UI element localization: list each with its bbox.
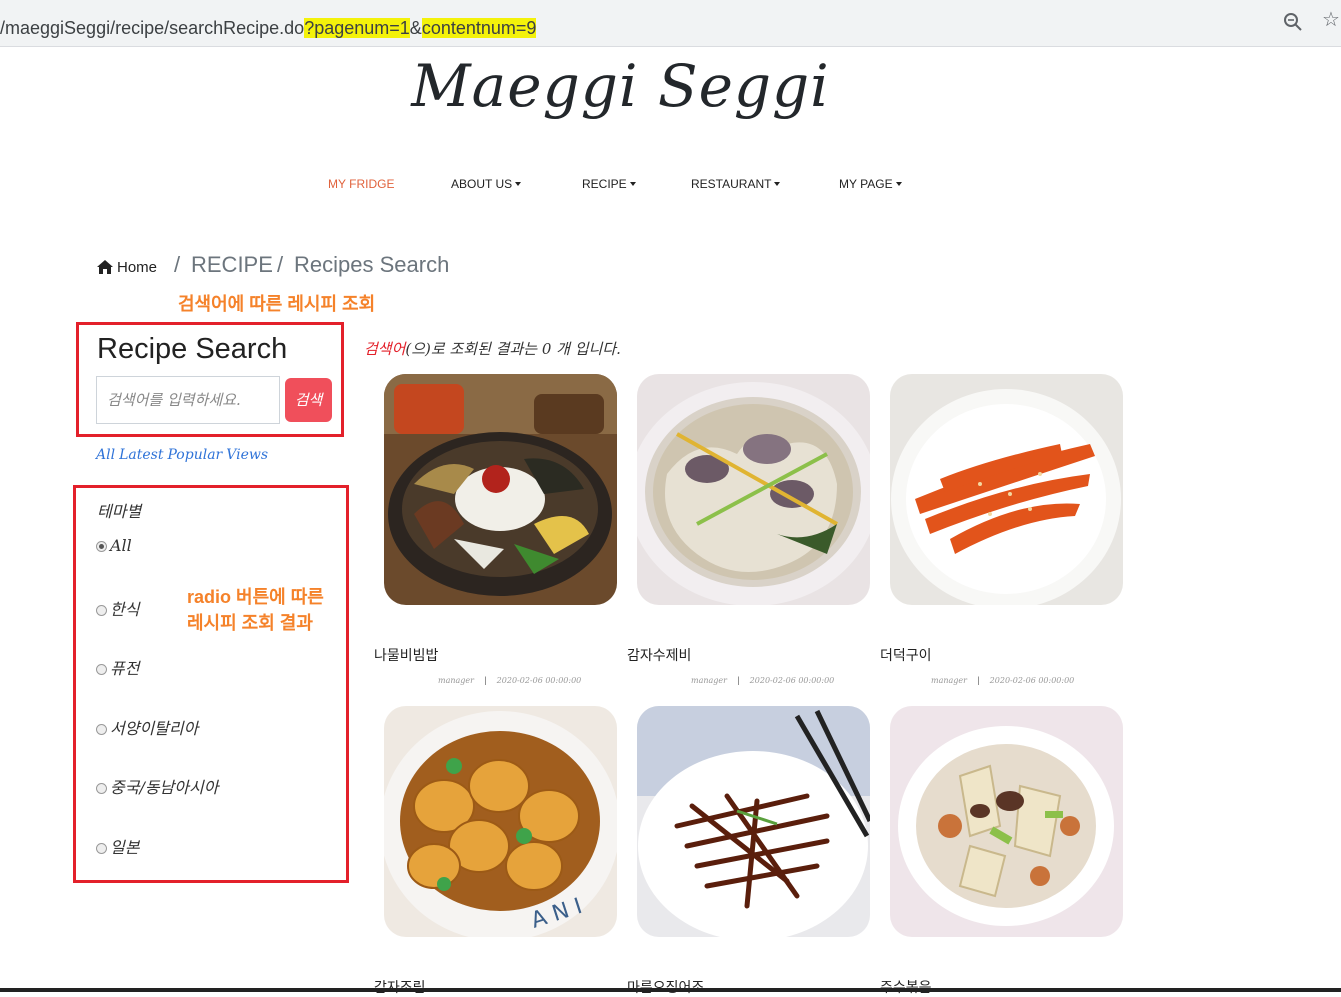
sort-links: All Latest Popular Views bbox=[96, 447, 272, 463]
recipe-meta: manager | 2020-02-06 00:00:00 bbox=[931, 676, 1075, 685]
radio-button[interactable] bbox=[96, 541, 107, 552]
recipe-meta: manager | 2020-02-06 00:00:00 bbox=[691, 676, 835, 685]
annotation-search-note: 검색어에 따른 레시피 조회 bbox=[178, 294, 376, 314]
zoom-icon[interactable] bbox=[1283, 12, 1303, 32]
nav-about-us[interactable]: ABOUT US bbox=[451, 177, 522, 191]
bookmark-star-icon[interactable]: ☆ bbox=[1322, 10, 1340, 30]
recipe-title[interactable]: 나물비빔밥 bbox=[374, 645, 438, 665]
radio-theme-all[interactable]: All bbox=[96, 536, 132, 555]
breadcrumb-separator: / bbox=[174, 252, 181, 277]
theme-title: 테마별 bbox=[97, 502, 142, 521]
radio-button[interactable] bbox=[96, 783, 107, 794]
home-icon bbox=[97, 260, 113, 274]
breadcrumb-home[interactable]: Home bbox=[117, 259, 157, 276]
url-param-contentnum: contentnum=9 bbox=[421, 18, 537, 38]
breadcrumb-separator: / bbox=[277, 252, 284, 277]
sort-popular[interactable]: Popular bbox=[167, 447, 222, 463]
recipe-image-stirfry[interactable] bbox=[890, 706, 1123, 937]
radio-theme-fusion[interactable]: 퓨전 bbox=[96, 655, 139, 679]
recipe-title[interactable]: 주수볶음 bbox=[880, 977, 932, 997]
search-input[interactable] bbox=[96, 376, 280, 424]
sort-latest[interactable]: Latest bbox=[119, 447, 163, 463]
breadcrumb-recipes-search: Recipes Search bbox=[294, 252, 450, 277]
radio-theme-western[interactable]: 서양이탈리아 bbox=[96, 715, 198, 739]
bottom-edge bbox=[0, 988, 1341, 992]
recipe-image-sujebi[interactable] bbox=[637, 374, 870, 605]
recipe-title[interactable]: 감자조림 bbox=[374, 977, 426, 997]
site-logo[interactable]: Maeggi Seggi bbox=[0, 52, 1241, 120]
result-count-message: 검색어(으)로 조회된 결과는 0 개 입니다. bbox=[364, 340, 621, 358]
url-query-mark: ?pagenum=1 bbox=[304, 18, 410, 38]
radio-theme-chinese[interactable]: 중국/동남아시아 bbox=[96, 774, 218, 798]
caret-down-icon bbox=[895, 182, 902, 186]
radio-button[interactable] bbox=[96, 664, 107, 675]
main-nav: MY FRIDGE ABOUT US RECIPE RESTAURANT MY … bbox=[0, 177, 1341, 197]
recipe-meta: manager | 2020-02-06 00:00:00 bbox=[438, 676, 582, 685]
sort-views[interactable]: Views bbox=[226, 447, 268, 463]
recipe-title[interactable]: 더덕구이 bbox=[880, 645, 932, 665]
nav-restaurant[interactable]: RESTAURANT bbox=[691, 177, 781, 191]
recipe-title[interactable]: 감자수제비 bbox=[627, 645, 691, 665]
recipe-image-squid[interactable] bbox=[637, 706, 870, 937]
radio-button[interactable] bbox=[96, 605, 107, 616]
url-ampersand: & bbox=[409, 18, 422, 38]
radio-button[interactable] bbox=[96, 843, 107, 854]
radio-theme-korean[interactable]: 한식 bbox=[96, 596, 139, 620]
annotation-radio-note-1: radio 버튼에 따른 bbox=[187, 587, 324, 607]
caret-down-icon bbox=[629, 182, 636, 186]
nav-my-fridge[interactable]: MY FRIDGE bbox=[328, 177, 394, 191]
caret-down-icon bbox=[515, 182, 522, 186]
url-path: /maeggiSeggi/recipe/searchRecipe.do bbox=[0, 18, 305, 38]
annotation-radio-note-2: 레시피 조회 결과 bbox=[187, 613, 313, 633]
radio-button[interactable] bbox=[96, 724, 107, 735]
recipe-search-title: Recipe Search bbox=[97, 333, 288, 365]
url-field[interactable]: /maeggiSeggi/recipe/searchRecipe.do?page… bbox=[0, 6, 1341, 40]
search-button[interactable]: 검색 bbox=[285, 378, 332, 422]
recipe-title[interactable]: 마른오징어조 bbox=[627, 977, 704, 997]
breadcrumb-recipe[interactable]: RECIPE bbox=[191, 252, 273, 278]
recipe-image-deodeok[interactable] bbox=[890, 374, 1123, 605]
radio-theme-japanese[interactable]: 일본 bbox=[96, 834, 139, 858]
nav-recipe[interactable]: RECIPE bbox=[582, 177, 636, 191]
url-param-pagenum: pagenum=1 bbox=[314, 18, 410, 38]
nav-my-page[interactable]: MY PAGE bbox=[839, 177, 902, 191]
url-text: /maeggiSeggi/recipe/searchRecipe.do?page… bbox=[0, 18, 537, 39]
recipe-image-bibimbap[interactable] bbox=[384, 374, 617, 605]
browser-address-bar: /maeggiSeggi/recipe/searchRecipe.do?page… bbox=[0, 0, 1341, 47]
recipe-image-potato[interactable]: A N I bbox=[384, 706, 617, 937]
sort-all[interactable]: All bbox=[96, 447, 115, 463]
caret-down-icon bbox=[774, 182, 781, 186]
